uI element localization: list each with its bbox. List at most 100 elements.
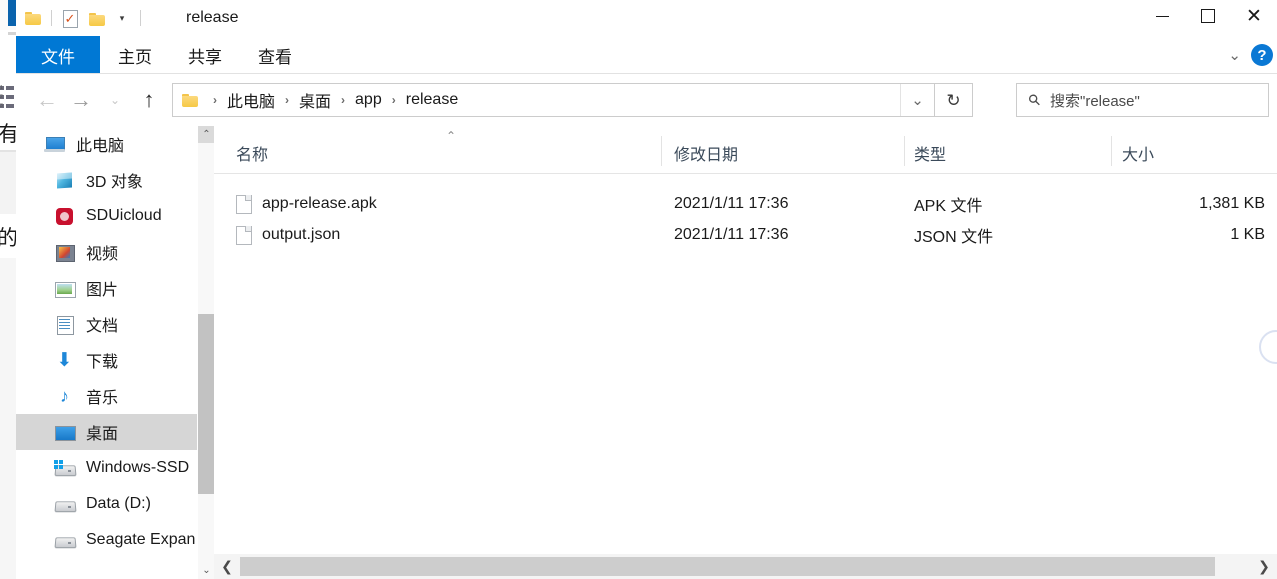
numbered-list-icon: 1 2 3	[0, 86, 14, 116]
breadcrumb: › 此电脑 › 桌面 › app › release	[173, 88, 460, 112]
tab-share[interactable]: 共享	[170, 38, 240, 72]
folder-icon[interactable]	[20, 3, 46, 33]
horizontal-scrollbar[interactable]: ❮ ❯	[214, 554, 1277, 579]
windows-drive-icon	[54, 459, 75, 478]
ribbon-right-controls: ⌄ ?	[1228, 36, 1273, 74]
file-size-cell: 1 KB	[1230, 225, 1265, 243]
desktop-icon	[54, 423, 76, 442]
breadcrumb-item-0[interactable]: 此电脑	[225, 88, 277, 112]
sidebar-scrollbar[interactable]: ⌃ ⌄	[197, 126, 214, 579]
sidebar-scrollbar-thumb[interactable]	[198, 314, 214, 494]
breadcrumb-item-1[interactable]: 桌面	[297, 88, 333, 112]
customize-qat-caret-icon[interactable]: ▾	[109, 3, 135, 33]
back-button[interactable]: ←	[30, 83, 64, 117]
table-row[interactable]: output.json 2021/1/11 17:36 JSON 文件 1 KB	[214, 219, 1277, 250]
qat-separator-1	[51, 10, 52, 26]
maximize-button[interactable]	[1185, 0, 1231, 32]
downloads-icon: ⬇	[56, 349, 73, 371]
close-button[interactable]: ✕	[1231, 0, 1277, 32]
sidebar-item-this-pc[interactable]: 此电脑	[16, 126, 214, 162]
quick-access-toolbar: ✓ ▾	[20, 0, 146, 36]
scroll-right-icon[interactable]: ❯	[1251, 554, 1277, 579]
help-icon[interactable]: ?	[1251, 44, 1273, 66]
tab-file[interactable]: 文件	[16, 36, 100, 74]
breadcrumb-separator-2[interactable]: ›	[333, 93, 353, 107]
breadcrumb-folder-icon[interactable]	[182, 93, 199, 107]
column-divider-2[interactable]	[904, 136, 905, 166]
background-window-separator	[8, 32, 16, 35]
tab-view[interactable]: 查看	[240, 38, 310, 72]
file-icon	[236, 225, 252, 245]
breadcrumb-separator-3[interactable]: ›	[384, 93, 404, 107]
breadcrumb-item-2[interactable]: app	[353, 91, 384, 109]
file-date-cell: 2021/1/11 17:36	[674, 194, 789, 212]
drive-icon	[54, 495, 75, 514]
drive-icon	[54, 531, 75, 550]
column-header-size[interactable]: 大小	[1122, 126, 1154, 173]
file-explorer-window: 1 2 3 有 的 ✓ ▾ release ✕ 文件 主页 共享 查看 ⌄ ? …	[0, 0, 1277, 579]
table-row[interactable]: app-release.apk 2021/1/11 17:36 APK 文件 1…	[214, 188, 1277, 219]
sidebar-item-music[interactable]: ♪ 音乐	[16, 378, 214, 414]
search-placeholder: 搜索"release"	[1050, 92, 1140, 110]
music-icon: ♪	[60, 385, 69, 406]
background-block	[0, 152, 16, 214]
background-left-rail	[0, 258, 16, 579]
scroll-down-icon[interactable]: ⌄	[198, 562, 214, 579]
pictures-icon	[54, 279, 76, 298]
column-header-date[interactable]: 修改日期	[674, 126, 738, 173]
file-type-cell: APK 文件	[914, 197, 983, 215]
address-bar[interactable]: › 此电脑 › 桌面 › app › release ⌄	[172, 83, 935, 117]
chevron-down-icon[interactable]: ⌄	[1228, 48, 1241, 63]
refresh-button[interactable]: ↻	[935, 83, 973, 117]
column-header-name[interactable]: 名称	[236, 126, 268, 173]
address-dropdown-icon[interactable]: ⌄	[900, 84, 934, 116]
sidebar-item-pictures[interactable]: 图片	[16, 270, 214, 306]
search-input[interactable]: ⚲ 搜索"release"	[1016, 83, 1269, 117]
ribbon-tabs: 文件 主页 共享 查看	[16, 36, 1277, 74]
up-button[interactable]: ↑	[132, 83, 166, 117]
sidebar-item-documents[interactable]: 文档	[16, 306, 214, 342]
content-area: 此电脑 3D 对象 SDUicloud 视频 图片 文档 ⬇ 下载 ♪ 音乐 桌…	[16, 126, 1277, 579]
column-divider-1[interactable]	[661, 136, 662, 166]
sidebar-item-3d-objects[interactable]: 3D 对象	[16, 162, 214, 198]
window-controls: ✕	[1139, 0, 1277, 32]
horizontal-scrollbar-thumb[interactable]	[240, 557, 1215, 576]
column-header-type[interactable]: 类型	[914, 126, 946, 173]
tab-home[interactable]: 主页	[100, 38, 170, 72]
background-text-fragment-1: 有	[0, 122, 16, 146]
file-rows: app-release.apk 2021/1/11 17:36 APK 文件 1…	[214, 188, 1277, 250]
this-pc-icon	[44, 135, 65, 154]
sidebar-item-windows-ssd[interactable]: Windows-SSD	[16, 450, 214, 486]
sidebar-item-downloads[interactable]: ⬇ 下载	[16, 342, 214, 378]
breadcrumb-item-3[interactable]: release	[404, 91, 460, 109]
file-name-text: output.json	[262, 225, 341, 243]
file-size-cell: 1,381 KB	[1199, 194, 1265, 212]
background-window-accent	[8, 0, 16, 26]
properties-icon[interactable]: ✓	[57, 3, 83, 33]
explorer-main: ✓ ▾ release ✕ 文件 主页 共享 查看 ⌄ ? ← → ⌄ ↑ › …	[16, 0, 1277, 579]
column-divider-3[interactable]	[1111, 136, 1112, 166]
sidebar-item-videos[interactable]: 视频	[16, 234, 214, 270]
file-name-cell[interactable]: output.json	[236, 225, 341, 245]
sidebar-item-data-d[interactable]: Data (D:)	[16, 486, 214, 522]
background-window[interactable]: 1 2 3 有 的	[0, 0, 16, 579]
forward-button[interactable]: →	[64, 83, 98, 117]
breadcrumb-separator-0[interactable]: ›	[205, 93, 225, 107]
sidebar-item-desktop[interactable]: 桌面	[16, 414, 214, 450]
file-name-cell[interactable]: app-release.apk	[236, 194, 377, 214]
scroll-left-icon[interactable]: ❮	[214, 554, 240, 579]
scroll-up-icon[interactable]: ⌃	[198, 126, 214, 143]
documents-icon	[54, 315, 75, 335]
file-name-text: app-release.apk	[262, 194, 377, 212]
sidebar-item-sduicloud[interactable]: SDUicloud	[16, 198, 214, 234]
recent-locations-icon[interactable]: ⌄	[98, 83, 132, 117]
horizontal-scrollbar-track[interactable]	[1215, 557, 1251, 576]
minimize-button[interactable]	[1139, 0, 1185, 32]
sidebar-item-seagate-expansion[interactable]: Seagate Expan	[16, 522, 214, 558]
column-header-row: 名称 ⌃ 修改日期 类型 大小	[214, 126, 1277, 174]
new-folder-icon[interactable]	[83, 3, 109, 33]
file-list-pane: 名称 ⌃ 修改日期 类型 大小 app-release.apk 2021/1/1…	[214, 126, 1277, 579]
breadcrumb-separator-1[interactable]: ›	[277, 93, 297, 107]
search-icon: ⚲	[1024, 90, 1045, 111]
videos-icon	[54, 243, 75, 262]
